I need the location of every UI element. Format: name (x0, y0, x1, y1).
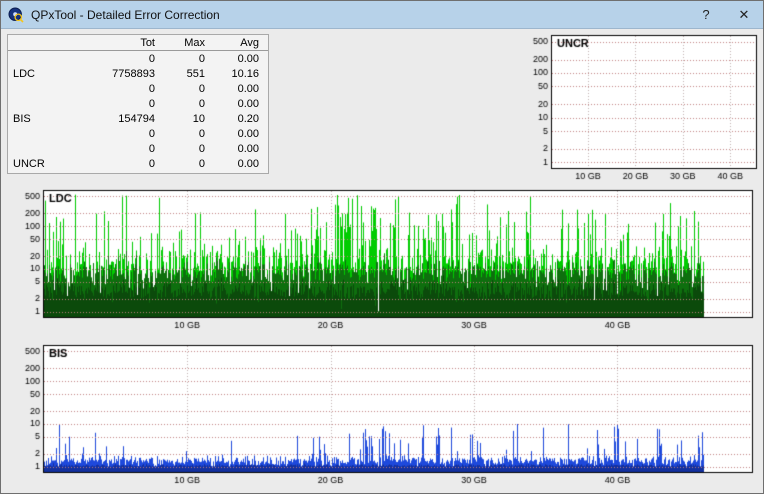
qpxtool-window: QPxTool - Detailed Error Correction ? ✕ … (0, 0, 764, 494)
stats-header-avg: Avg (210, 37, 264, 49)
stats-row: 000.00 (8, 51, 268, 66)
stats-row: 000.00 (8, 96, 268, 111)
stats-cell-avg: 0.00 (210, 83, 264, 95)
stats-cell-max: 0 (160, 143, 210, 155)
ldc-chart (7, 184, 759, 336)
stats-row-ldc: LDC775889355110.16 (8, 66, 268, 81)
stats-row: 000.00 (8, 81, 268, 96)
stats-cell-max: 0 (160, 128, 210, 140)
stats-cell-avg: 10.16 (210, 68, 264, 80)
uncr-chart (521, 31, 761, 187)
stats-cell-tot: 0 (58, 158, 160, 170)
stats-cell-avg: 0.00 (210, 158, 264, 170)
stats-cell-tot: 0 (58, 128, 160, 140)
stats-cell-tot: 0 (58, 83, 160, 95)
stats-cell-tot: 0 (58, 98, 160, 110)
qpxtool-app-icon (8, 7, 24, 23)
stats-row-label: LDC (8, 68, 58, 80)
stats-row: 000.00 (8, 126, 268, 141)
titlebar[interactable]: QPxTool - Detailed Error Correction ? ✕ (1, 1, 763, 29)
stats-cell-tot: 0 (58, 143, 160, 155)
help-button[interactable]: ? (687, 1, 725, 28)
window-title: QPxTool - Detailed Error Correction (31, 8, 220, 22)
stats-row-label: BIS (8, 113, 58, 125)
stats-cell-avg: 0.00 (210, 143, 264, 155)
stats-cell-max: 10 (160, 113, 210, 125)
titlebar-buttons: ? ✕ (687, 1, 763, 28)
stats-header-max: Max (160, 37, 210, 49)
stats-cell-avg: 0.00 (210, 98, 264, 110)
close-button[interactable]: ✕ (725, 1, 763, 28)
stats-cell-tot: 0 (58, 53, 160, 65)
stats-cell-avg: 0.00 (210, 53, 264, 65)
stats-row: 000.00 (8, 141, 268, 156)
stats-cell-max: 0 (160, 53, 210, 65)
stats-cell-max: 0 (160, 98, 210, 110)
stats-row-uncr: UNCR000.00 (8, 156, 268, 171)
stats-cell-max: 551 (160, 68, 210, 80)
stats-cell-max: 0 (160, 83, 210, 95)
stats-header-tot: Tot (58, 37, 160, 49)
stats-cell-tot: 7758893 (58, 68, 160, 80)
bis-chart (7, 339, 759, 491)
stats-cell-tot: 154794 (58, 113, 160, 125)
stats-cell-max: 0 (160, 158, 210, 170)
stats-rows: 000.00LDC775889355110.16000.00000.00BIS1… (8, 51, 268, 171)
error-stats-table: TotMaxAvg 000.00LDC775889355110.16000.00… (7, 34, 269, 174)
stats-cell-avg: 0.00 (210, 128, 264, 140)
stats-row-bis: BIS154794100.20 (8, 111, 268, 126)
stats-header-row: TotMaxAvg (8, 35, 268, 51)
stats-cell-avg: 0.20 (210, 113, 264, 125)
stats-row-label: UNCR (8, 158, 58, 170)
